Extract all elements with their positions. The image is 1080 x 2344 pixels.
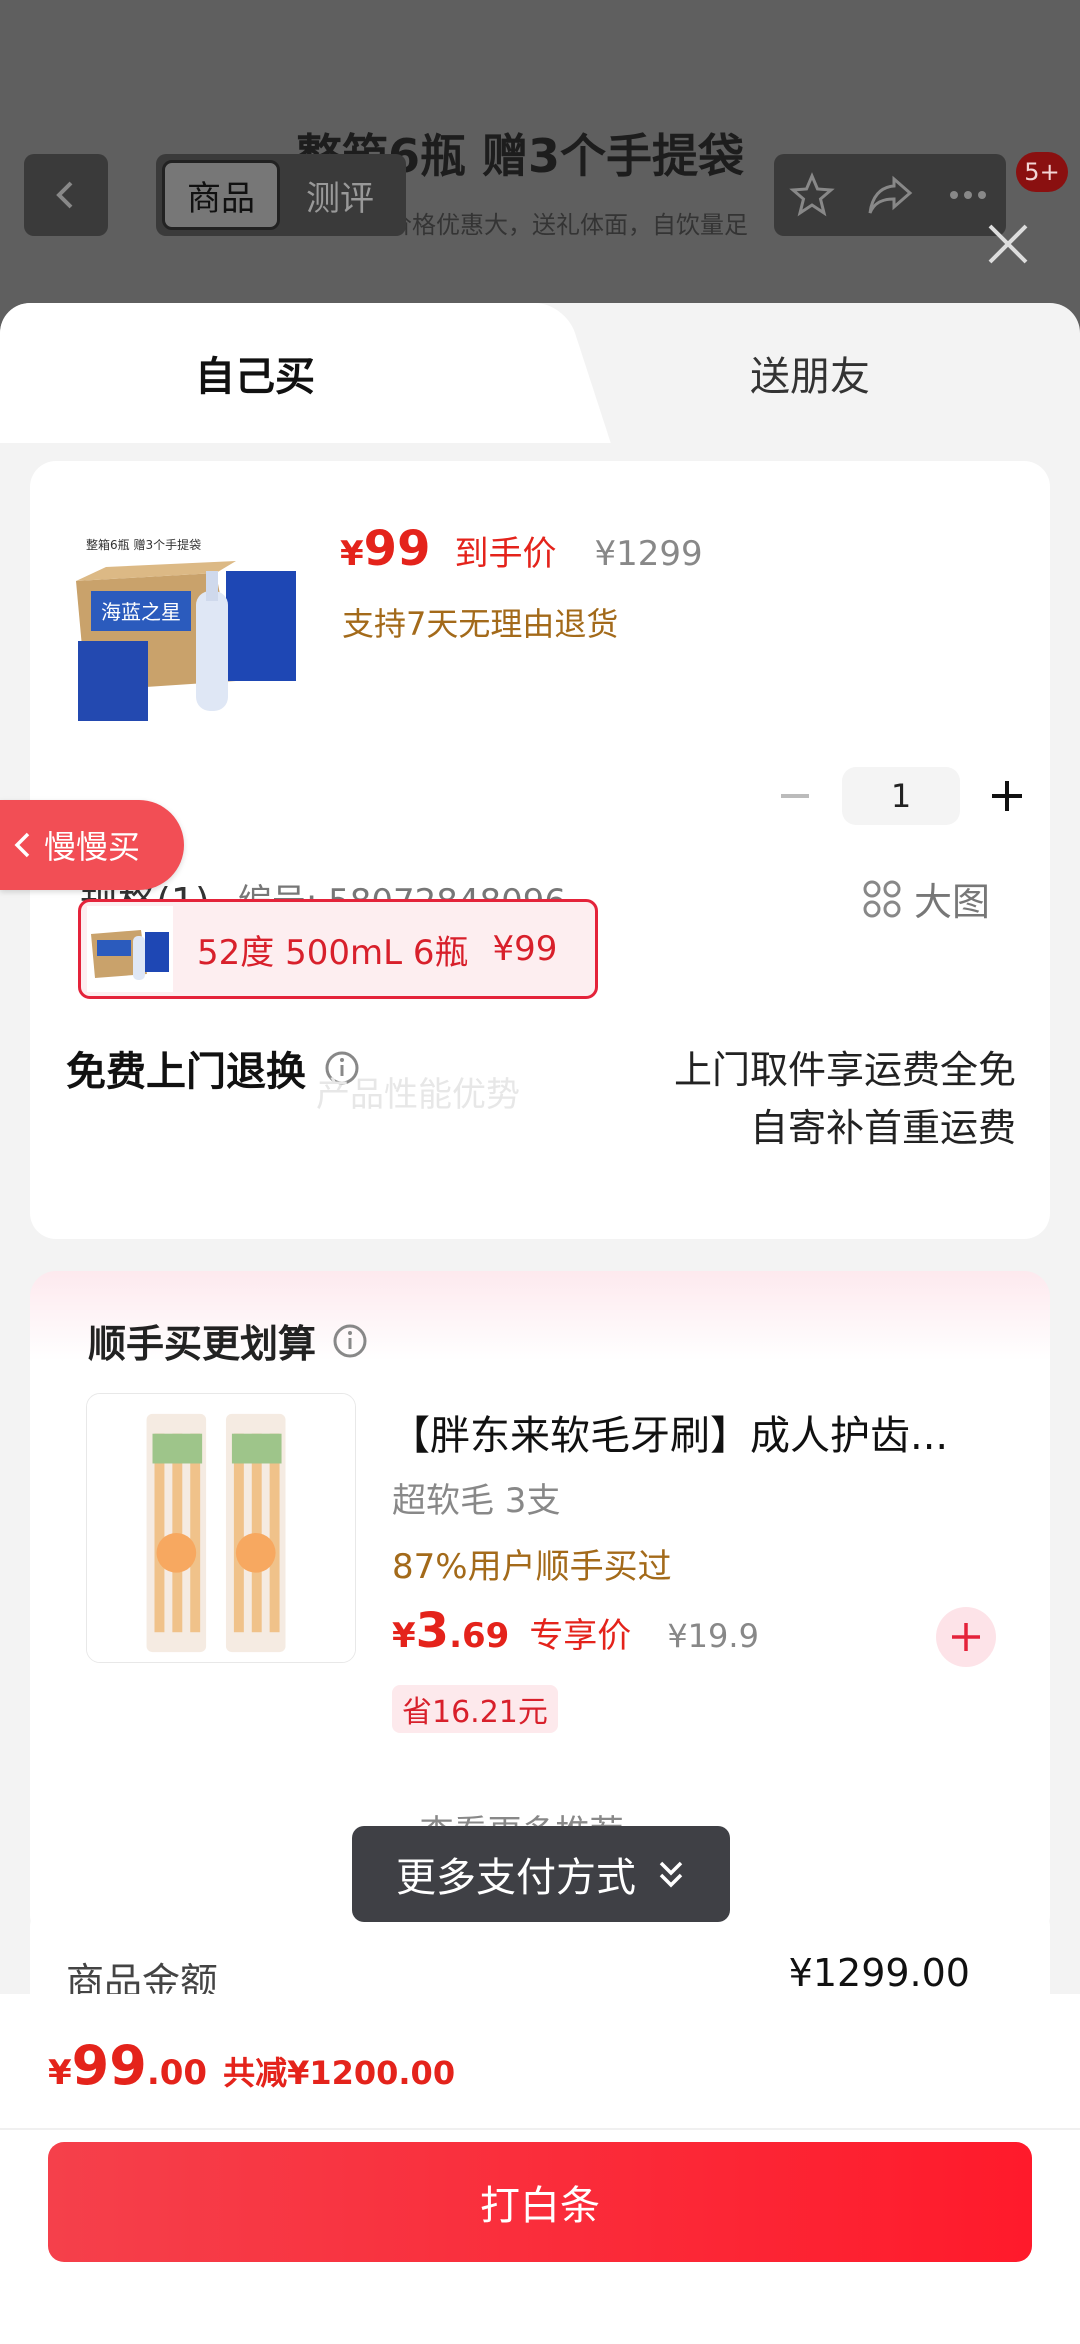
plus-icon: [992, 781, 1022, 811]
back-button[interactable]: [24, 154, 108, 236]
free-return-line2: 自寄补首重运费: [749, 1106, 1016, 1150]
background-page: 整箱6瓶 赠3个手提袋 整箱购买价格优惠大，送礼体面，自饮量足 商品 测评 5+: [0, 0, 1080, 340]
addon-save-tag: 省16.21元: [392, 1685, 558, 1733]
purchase-sheet: 自己买 送朋友 整箱6瓶 赠3个手提袋 海蓝之星 ¥ 99 到手价 ¥1299 …: [0, 303, 1080, 2344]
add-addon-button[interactable]: [936, 1607, 996, 1667]
chevron-left-icon: [56, 181, 73, 209]
addon-currency: ¥: [392, 1616, 416, 1656]
increase-button[interactable]: [982, 771, 1032, 821]
goods-amount-value: ¥1299.00: [788, 1951, 970, 1995]
slow-buy-label: 慢慢买: [44, 828, 141, 866]
big-picture-button[interactable]: 大图: [862, 871, 990, 926]
info-icon[interactable]: [332, 1323, 368, 1359]
total-dec: .00: [146, 2053, 208, 2093]
big-picture-label: 大图: [913, 880, 990, 924]
total-reduction: 共减¥1200.00: [223, 2054, 456, 2092]
total-currency: ¥: [48, 2053, 72, 2093]
pay-button[interactable]: 打白条: [48, 2142, 1032, 2262]
spec-option-price: ¥99: [492, 929, 558, 969]
addon-title-group: 顺手买更划算: [88, 1313, 368, 1368]
star-icon[interactable]: [788, 171, 836, 219]
spec-option-label: 52度 500mL 6瓶: [197, 932, 469, 973]
pay-button-label: 打白条: [480, 2183, 600, 2229]
bg-tab-bar: 商品 测评: [156, 154, 406, 236]
addon-product-name[interactable]: 【胖东来软毛牙刷】成人护齿...: [390, 1403, 948, 1461]
tab-goods[interactable]: 商品: [162, 160, 280, 230]
watermark-text: 产品性能优势: [316, 1075, 520, 1115]
addon-spec: 超软毛 3支: [392, 1481, 561, 1521]
tab-buy-self[interactable]: 自己买: [0, 303, 560, 443]
addon-price-line: ¥ 3 .69 专享价 ¥19.9: [392, 1603, 759, 1659]
addon-price-int: 3: [415, 1603, 450, 1659]
slow-buy-button[interactable]: 慢慢买: [0, 800, 184, 890]
addon-price-dec: .69: [449, 1616, 510, 1656]
checkout-bar: ¥ 99 .00 共减¥1200.00 打白条: [0, 1994, 1080, 2344]
toothbrush-image[interactable]: [86, 1393, 356, 1663]
minus-icon: [781, 794, 809, 798]
close-icon[interactable]: [982, 218, 1034, 270]
more-payment-methods-label: 更多支付方式: [396, 1855, 636, 1901]
more-icon[interactable]: [944, 171, 992, 219]
divider: [0, 2128, 1080, 2130]
tab-buy-self-label: 自己买: [195, 354, 315, 400]
message-badge: 5+: [1016, 152, 1068, 192]
double-chevron-down-icon: [659, 1861, 683, 1888]
addon-original-price: ¥19.9: [667, 1617, 759, 1655]
more-payment-methods-button[interactable]: 更多支付方式: [352, 1826, 730, 1922]
addon-bought-rate: 87%用户顺手买过: [392, 1547, 672, 1587]
tab-gift-friend[interactable]: 送朋友: [540, 303, 1080, 443]
chevron-left-icon: [14, 832, 30, 858]
addon-price-tag: 专享价: [529, 1616, 632, 1656]
bg-action-bar: [774, 154, 1006, 236]
currency-symbol: ¥: [340, 534, 364, 574]
total-price: ¥ 99 .00 共减¥1200.00: [48, 2034, 455, 2097]
svg-text:整箱6瓶 赠3个手提袋: 整箱6瓶 赠3个手提袋: [86, 537, 201, 552]
plus-icon: [952, 1623, 980, 1651]
quantity-stepper: 1: [770, 767, 1032, 825]
product-image[interactable]: 整箱6瓶 赠3个手提袋 海蓝之星: [66, 531, 306, 731]
spec-option-thumbnail: [87, 906, 173, 992]
share-icon[interactable]: [864, 171, 916, 219]
buy-mode-tabs: 自己买 送朋友: [0, 303, 1080, 443]
grid-icon: [863, 880, 901, 917]
free-return-title: 免费上门退换: [66, 1049, 306, 1095]
return-policy: 支持7天无理由退货: [342, 605, 619, 643]
spec-option-selected[interactable]: 52度 500mL 6瓶 ¥99: [78, 899, 598, 999]
price-line: ¥ 99 到手价 ¥1299: [340, 521, 703, 577]
final-price: 99: [363, 521, 431, 577]
tab-gift-friend-label: 送朋友: [750, 354, 870, 400]
total-int: 99: [71, 2034, 147, 2097]
price-tag: 到手价: [454, 534, 557, 574]
addon-title: 顺手买更划算: [88, 1322, 317, 1366]
tab-review[interactable]: 测评: [280, 171, 400, 220]
free-return-line1: 上门取件享运费全免: [673, 1048, 1016, 1092]
svg-text:海蓝之星: 海蓝之星: [101, 600, 181, 624]
quantity-input[interactable]: 1: [842, 767, 960, 825]
decrease-button[interactable]: [770, 771, 820, 821]
original-price: ¥1299: [594, 534, 703, 574]
